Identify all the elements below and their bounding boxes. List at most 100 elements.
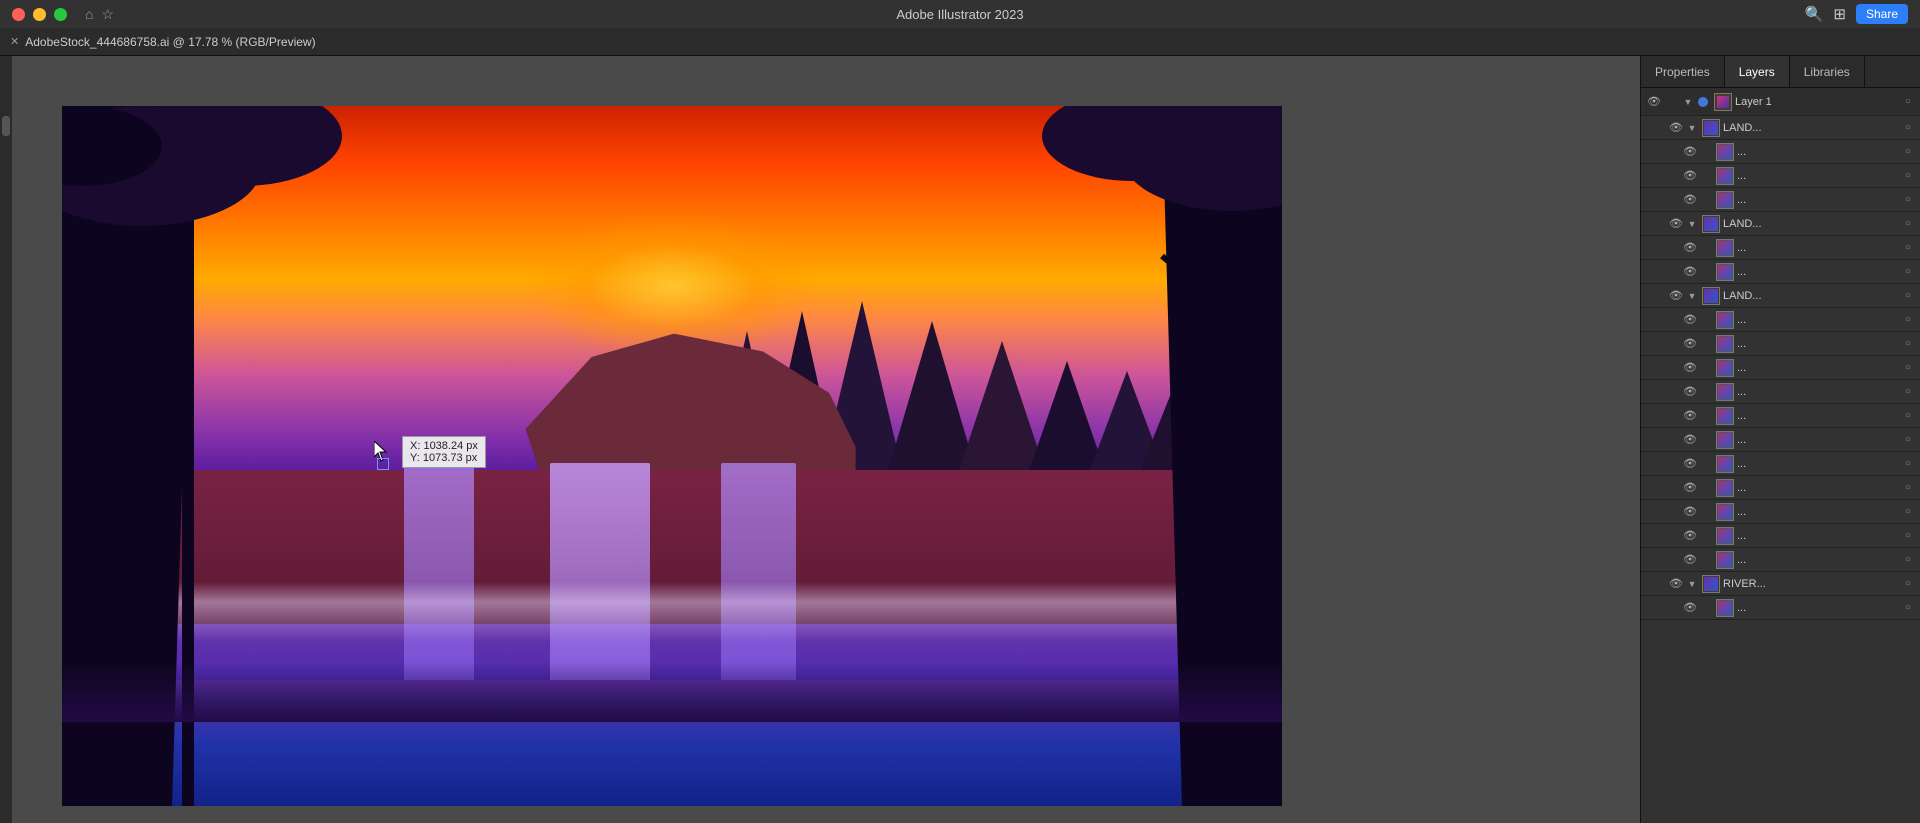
layer-item-2[interactable]: 👁...○ bbox=[1641, 140, 1920, 164]
canvas-area[interactable]: X: 1038.24 px Y: 1073.73 px bbox=[12, 56, 1640, 823]
layer-item-7[interactable]: 👁...○ bbox=[1641, 260, 1920, 284]
layer-lock-icon[interactable]: ○ bbox=[1900, 168, 1916, 184]
layer-item-10[interactable]: 👁...○ bbox=[1641, 332, 1920, 356]
layers-panel[interactable]: 👁 ▼ Layer 1 ○ 👁▼LAND...○👁...○👁...○👁...○👁… bbox=[1641, 88, 1920, 823]
layer-lock-icon[interactable]: ○ bbox=[1900, 264, 1916, 280]
home-icon[interactable]: ⌂ bbox=[85, 6, 93, 22]
layer-eye-icon[interactable]: 👁 bbox=[1681, 431, 1699, 449]
tab-layers[interactable]: Layers bbox=[1725, 56, 1790, 87]
layer-thumbnail bbox=[1716, 263, 1734, 281]
tab-properties[interactable]: Properties bbox=[1641, 56, 1725, 87]
tab-close-icon[interactable]: ✕ bbox=[10, 35, 19, 48]
layer-name-text: ... bbox=[1737, 194, 1900, 206]
layer-eye-icon[interactable]: 👁 bbox=[1667, 215, 1685, 233]
layer-item-4[interactable]: 👁...○ bbox=[1641, 188, 1920, 212]
layer-eye-icon[interactable]: 👁 bbox=[1681, 599, 1699, 617]
layer-lock-icon[interactable]: ○ bbox=[1900, 528, 1916, 544]
layer-item-3[interactable]: 👁...○ bbox=[1641, 164, 1920, 188]
layer-lock-icon[interactable]: ○ bbox=[1900, 552, 1916, 568]
layer-lock-icon[interactable]: ○ bbox=[1900, 288, 1916, 304]
layer-item-17[interactable]: 👁...○ bbox=[1641, 500, 1920, 524]
layer-chevron-area: ▼ bbox=[1685, 217, 1699, 231]
vscroll-thumb[interactable] bbox=[2, 116, 10, 136]
layer-eye-icon[interactable]: 👁 bbox=[1681, 359, 1699, 377]
search-icon[interactable]: 🔍 bbox=[1805, 5, 1824, 23]
layer-item-20[interactable]: 👁▼RIVER...○ bbox=[1641, 572, 1920, 596]
layer-eye-icon[interactable]: 👁 bbox=[1681, 335, 1699, 353]
layer-thumbnail bbox=[1716, 191, 1734, 209]
layer-eye-icon[interactable]: 👁 bbox=[1681, 263, 1699, 281]
layer-name-text: ... bbox=[1737, 410, 1900, 422]
layer-eye-icon[interactable]: 👁 bbox=[1681, 191, 1699, 209]
layer-eye-icon[interactable]: 👁 bbox=[1667, 287, 1685, 305]
tab-libraries[interactable]: Libraries bbox=[1790, 56, 1865, 87]
layer-lock-icon[interactable]: ○ bbox=[1900, 312, 1916, 328]
layer-lock-icon[interactable]: ○ bbox=[1900, 360, 1916, 376]
layer-lock-icon[interactable]: ○ bbox=[1900, 120, 1916, 136]
close-button[interactable] bbox=[12, 8, 25, 21]
layer-eye-icon[interactable]: 👁 bbox=[1681, 503, 1699, 521]
layer-item-15[interactable]: 👁...○ bbox=[1641, 452, 1920, 476]
maximize-button[interactable] bbox=[54, 8, 67, 21]
star-icon[interactable]: ☆ bbox=[101, 6, 114, 23]
layer-lock-icon[interactable]: ○ bbox=[1900, 216, 1916, 232]
layer-item-16[interactable]: 👁...○ bbox=[1641, 476, 1920, 500]
layer-lock-icon[interactable]: ○ bbox=[1900, 432, 1916, 448]
layer-lock-icon[interactable]: ○ bbox=[1900, 384, 1916, 400]
layer-eye-icon[interactable]: 👁 bbox=[1667, 575, 1685, 593]
layer-name-text: LAND... bbox=[1723, 218, 1900, 230]
layer-lock-icon[interactable]: ○ bbox=[1900, 192, 1916, 208]
layer-expand-icon[interactable]: ▼ bbox=[1685, 577, 1699, 591]
layer-lock-icon[interactable]: ○ bbox=[1900, 504, 1916, 520]
layer-eye-icon[interactable]: 👁 bbox=[1681, 551, 1699, 569]
layer1-header[interactable]: 👁 ▼ Layer 1 ○ bbox=[1641, 88, 1920, 116]
layer-eye-icon[interactable]: 👁 bbox=[1681, 143, 1699, 161]
minimize-button[interactable] bbox=[33, 8, 46, 21]
layer-lock-icon[interactable]: ○ bbox=[1900, 408, 1916, 424]
share-button[interactable]: Share bbox=[1856, 4, 1908, 24]
layer-item-1[interactable]: 👁▼LAND...○ bbox=[1641, 116, 1920, 140]
layer-item-11[interactable]: 👁...○ bbox=[1641, 356, 1920, 380]
layer-lock-icon[interactable]: ○ bbox=[1900, 576, 1916, 592]
layer-expand-icon[interactable]: ▼ bbox=[1685, 121, 1699, 135]
layer1-lock-icon[interactable]: ○ bbox=[1900, 94, 1916, 110]
layer-eye-icon[interactable]: 👁 bbox=[1681, 479, 1699, 497]
layer-eye-icon[interactable]: 👁 bbox=[1681, 383, 1699, 401]
titlebar-right: 🔍 ⊞ Share bbox=[1805, 4, 1908, 24]
vertical-scrollbar[interactable] bbox=[0, 56, 12, 823]
layer-item-5[interactable]: 👁▼ LAND...○ bbox=[1641, 212, 1920, 236]
layer-item-6[interactable]: 👁...○ bbox=[1641, 236, 1920, 260]
layer-eye-icon[interactable]: 👁 bbox=[1681, 239, 1699, 257]
layer-name-text: ... bbox=[1737, 266, 1900, 278]
layer-item-21[interactable]: 👁...○ bbox=[1641, 596, 1920, 620]
layer-expand-icon[interactable]: ▼ bbox=[1685, 289, 1699, 303]
grid-icon[interactable]: ⊞ bbox=[1833, 5, 1846, 23]
layer-lock-icon[interactable]: ○ bbox=[1900, 336, 1916, 352]
layer1-expand-icon[interactable]: ▼ bbox=[1681, 95, 1695, 109]
layer-item-14[interactable]: 👁...○ bbox=[1641, 428, 1920, 452]
layer-lock-icon[interactable]: ○ bbox=[1900, 456, 1916, 472]
layer-eye-icon[interactable]: 👁 bbox=[1681, 455, 1699, 473]
layer-lock-icon[interactable]: ○ bbox=[1900, 240, 1916, 256]
layer-lock-icon[interactable]: ○ bbox=[1900, 600, 1916, 616]
layer-item-9[interactable]: 👁...○ bbox=[1641, 308, 1920, 332]
layer-item-18[interactable]: 👁...○ bbox=[1641, 524, 1920, 548]
layer-item-8[interactable]: 👁▼LAND...○ bbox=[1641, 284, 1920, 308]
layer-eye-icon[interactable]: 👁 bbox=[1681, 407, 1699, 425]
layer-expand-icon[interactable]: ▼ bbox=[1685, 217, 1699, 231]
tab-filename[interactable]: AdobeStock_444686758.ai @ 17.78 % (RGB/P… bbox=[25, 35, 315, 49]
right-panel: Properties Layers Libraries 👁 ▼ Layer 1 … bbox=[1640, 56, 1920, 823]
layer-eye-icon[interactable]: 👁 bbox=[1681, 527, 1699, 545]
layer-eye-icon[interactable]: 👁 bbox=[1681, 311, 1699, 329]
foliage-svg bbox=[62, 106, 462, 406]
layer-item-19[interactable]: 👁...○ bbox=[1641, 548, 1920, 572]
main-area: X: 1038.24 px Y: 1073.73 px Properties bbox=[0, 56, 1920, 823]
layer-eye-icon[interactable]: 👁 bbox=[1667, 119, 1685, 137]
layer-lock-icon[interactable]: ○ bbox=[1900, 144, 1916, 160]
layer-item-13[interactable]: 👁...○ bbox=[1641, 404, 1920, 428]
layer-thumbnail bbox=[1716, 359, 1734, 377]
layer1-eye-icon[interactable]: 👁 bbox=[1645, 93, 1663, 111]
layer-item-12[interactable]: 👁...○ bbox=[1641, 380, 1920, 404]
layer-lock-icon[interactable]: ○ bbox=[1900, 480, 1916, 496]
layer-eye-icon[interactable]: 👁 bbox=[1681, 167, 1699, 185]
